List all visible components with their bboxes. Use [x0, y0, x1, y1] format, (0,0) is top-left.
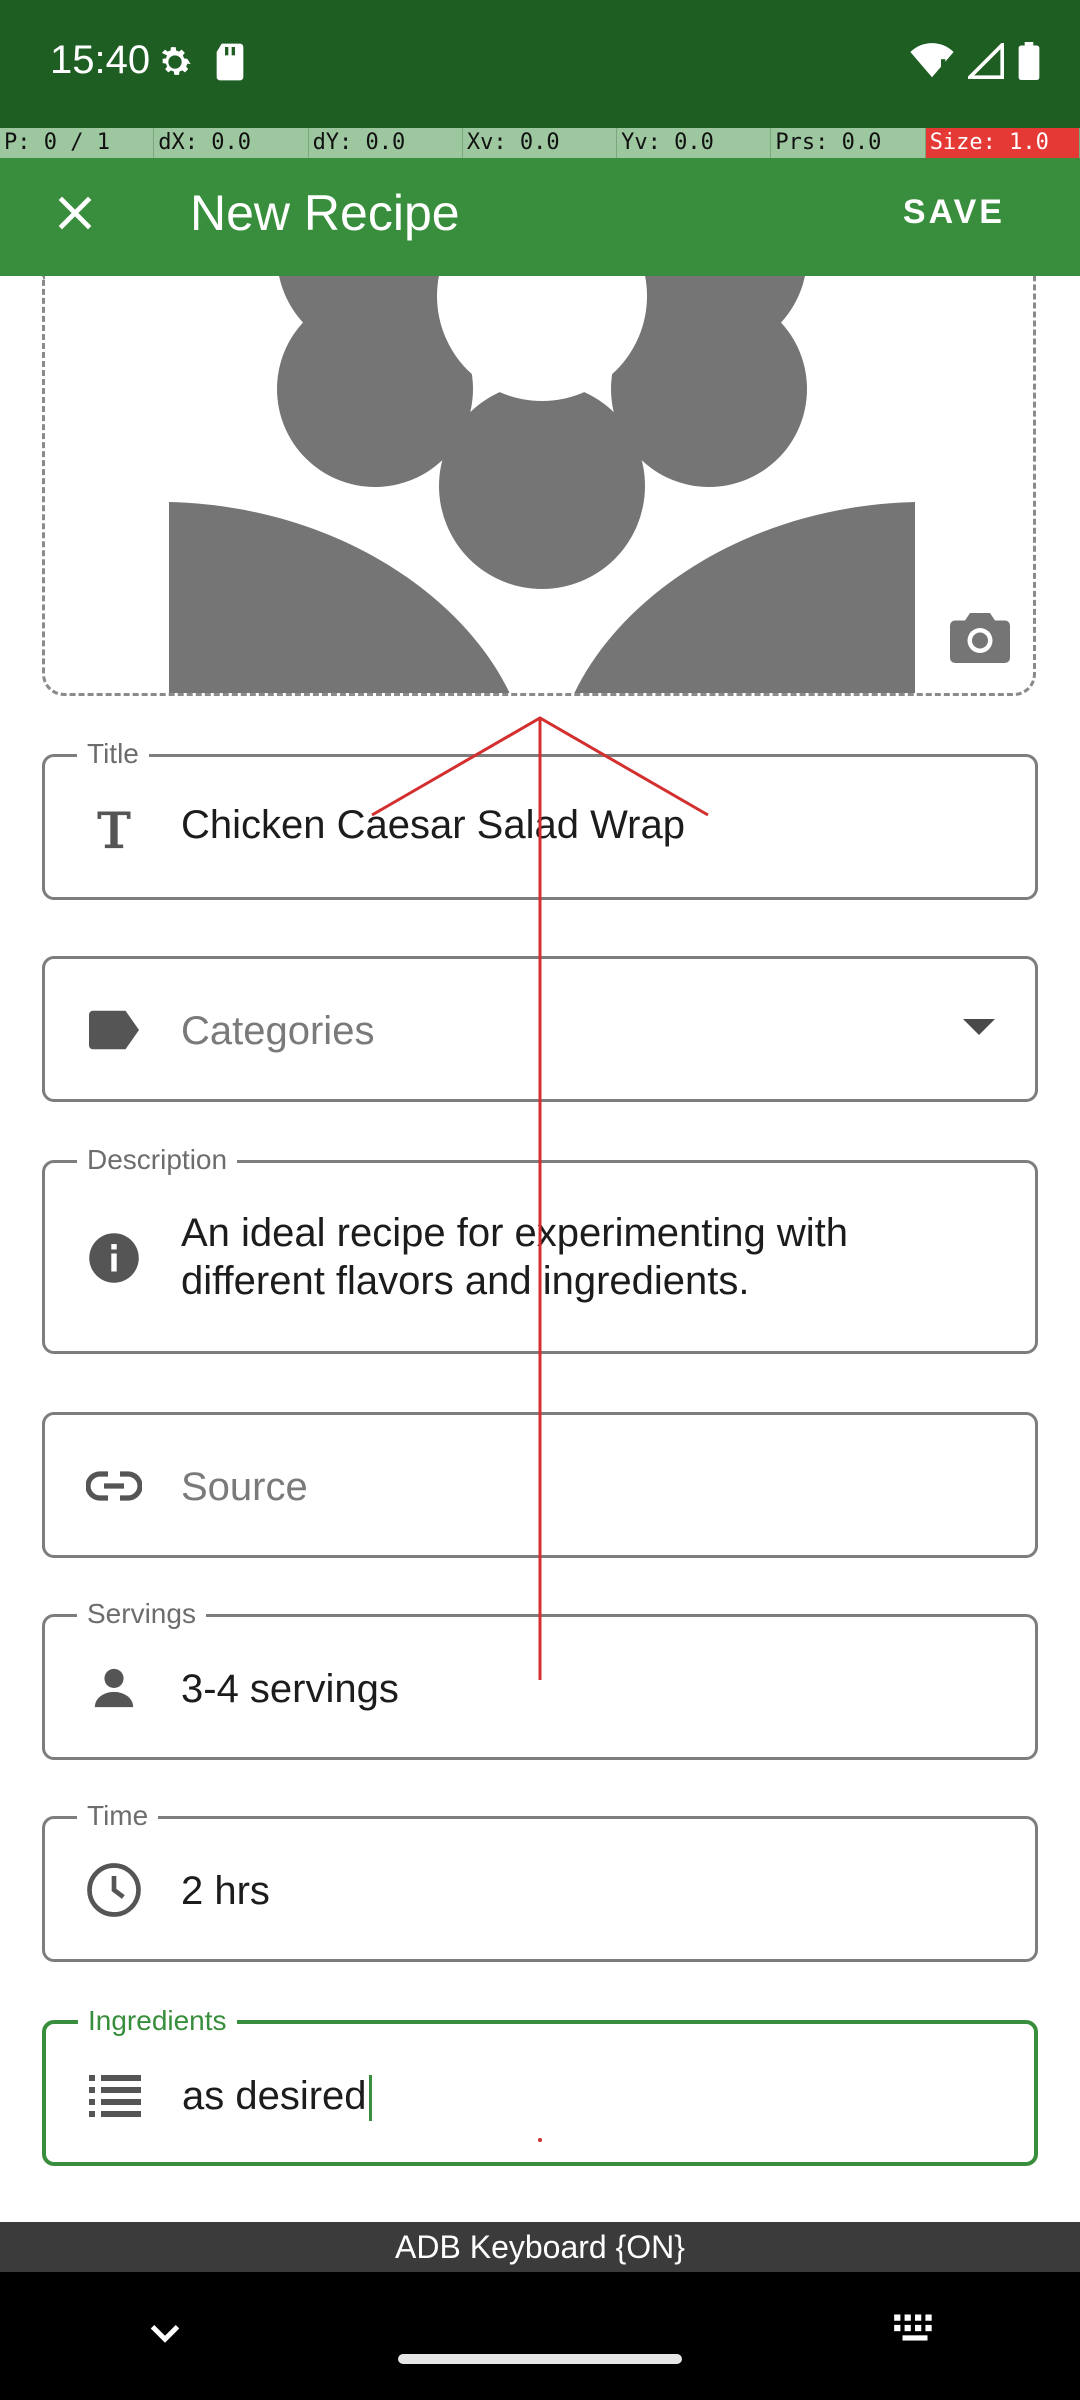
save-button[interactable]: SAVE [903, 182, 1005, 242]
close-icon [58, 196, 92, 230]
categories-placeholder: Categories [181, 1009, 375, 1053]
person-icon [79, 1653, 149, 1723]
debug-xv: Xv: 0.0 [462, 128, 618, 158]
title-field[interactable]: Title Chicken Caesar Salad Wrap [42, 737, 1038, 900]
nav-back-button[interactable] [140, 2308, 190, 2358]
description-input[interactable]: An ideal recipe for experimenting with d… [181, 1209, 975, 1305]
navigation-bar [0, 2272, 1080, 2400]
title-field-label: Title [77, 737, 149, 771]
ingredients-field-label: Ingredients [78, 2004, 237, 2038]
time-input[interactable]: 2 hrs [181, 1867, 975, 1915]
description-field-label: Description [77, 1143, 238, 1177]
close-button[interactable] [40, 178, 110, 248]
debug-pressure: Prs: 0.0 [771, 128, 926, 158]
settings-icon [155, 42, 195, 87]
clock-icon [79, 1855, 149, 1925]
chevron-down-icon [150, 2324, 180, 2343]
keyboard-status-bar: ADB Keyboard {ON} [0, 2222, 1080, 2272]
debug-dy: dY: 0.0 [308, 128, 463, 158]
status-time: 15:40 [50, 38, 151, 82]
pointer-debug-bar: P: 0 / 1 dX: 0.0 dY: 0.0 Xv: 0.0 Yv: 0.0… [0, 128, 1080, 158]
chevron-down-icon [963, 1019, 995, 1035]
ingredients-field[interactable]: Ingredients as desired [42, 2004, 1038, 2166]
home-gesture-handle[interactable] [398, 2354, 682, 2364]
battery-icon [1018, 42, 1040, 85]
sd-card-icon [213, 42, 247, 87]
wifi-alert-icon [910, 43, 954, 84]
servings-input[interactable]: 3-4 servings [181, 1665, 975, 1713]
flower-placeholder-icon [169, 276, 915, 693]
source-placeholder: Source [181, 1465, 308, 1509]
ingredients-input-wrapper[interactable]: as desired [182, 2072, 974, 2122]
link-icon [79, 1451, 149, 1521]
app-bar: New Recipe SAVE [0, 158, 1080, 276]
keyboard-icon [894, 2314, 932, 2341]
page-title: New Recipe [190, 185, 460, 241]
source-field[interactable]: Source [42, 1412, 1038, 1558]
recipe-photo-area[interactable] [42, 276, 1036, 696]
servings-field-label: Servings [77, 1597, 206, 1631]
camera-button[interactable] [950, 610, 1010, 666]
ingredients-input[interactable]: as desired [182, 2074, 367, 2118]
categories-dropdown[interactable]: Categories [42, 956, 1038, 1102]
info-icon [79, 1223, 149, 1293]
text-cursor [368, 2075, 372, 2122]
time-field[interactable]: Time 2 hrs [42, 1799, 1038, 1962]
debug-yv: Yv: 0.0 [617, 128, 772, 158]
debug-size: Size: 1.0 [925, 128, 1080, 158]
list-icon [80, 2060, 150, 2130]
camera-icon [950, 613, 1010, 663]
debug-dx: dX: 0.0 [154, 128, 309, 158]
keyboard-switch-button[interactable] [890, 2302, 940, 2352]
signal-icon [965, 40, 1004, 84]
description-field[interactable]: Description An ideal recipe for experime… [42, 1143, 1038, 1354]
servings-field[interactable]: Servings 3-4 servings [42, 1597, 1038, 1760]
debug-pointer: P: 0 / 1 [0, 128, 155, 158]
title-text-icon [79, 793, 149, 863]
label-tag-icon [79, 995, 149, 1065]
title-input[interactable]: Chicken Caesar Salad Wrap [181, 801, 975, 849]
status-bar: 15:40 [0, 0, 1080, 128]
time-field-label: Time [77, 1799, 159, 1833]
